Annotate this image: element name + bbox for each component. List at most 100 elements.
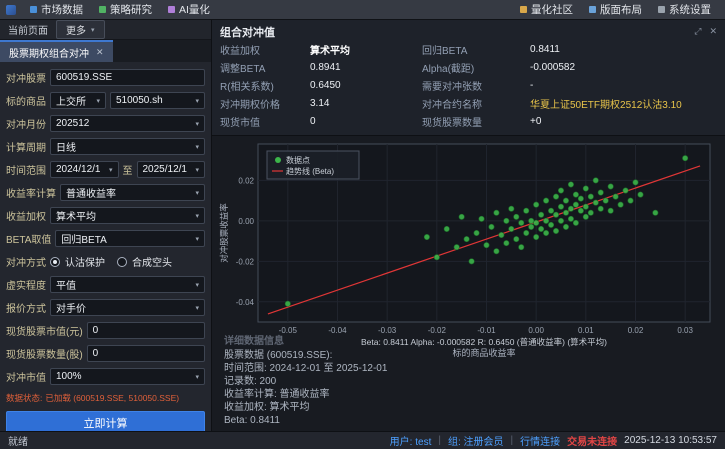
info-line: 股票数据 (600519.SSE):	[224, 349, 713, 362]
market-connection-link[interactable]: 行情连接	[520, 433, 560, 448]
detail-info-block: 详细数据信息 股票数据 (600519.SSE): 时间范围: 2024-12-…	[212, 329, 725, 431]
menu-item-quant-community[interactable]: 量化社区	[512, 0, 581, 19]
tab-option-hedge[interactable]: 股票期权组合对冲 ✕	[0, 40, 113, 62]
radio-on-icon	[50, 257, 60, 267]
stat-label: 现货股票数量	[422, 114, 530, 129]
info-line: Beta: 0.8411	[224, 414, 713, 427]
chevron-down-icon: ▾	[195, 281, 199, 289]
exchange-value: 上交所	[56, 93, 86, 108]
stat-label: 回归BETA	[422, 42, 530, 57]
more-button[interactable]: 更多 ▾	[56, 20, 105, 39]
stat-label: 对冲期权价格	[220, 96, 310, 111]
menu-item-market-data[interactable]: 市场数据	[22, 0, 91, 19]
chevron-down-icon: ▾	[195, 212, 199, 220]
hedge-stock-input[interactable]: 600519.SSE	[50, 69, 205, 86]
separator: |	[511, 435, 514, 446]
hedge-month-value: 202512	[56, 118, 89, 129]
quote-mode-value: 对手价	[56, 300, 86, 315]
menu-left: 市场数据 策略研究 AI量化	[6, 0, 218, 19]
spot-value-label: 现货股票市值(元)	[6, 323, 83, 338]
hedge-stock-value: 600519.SSE	[56, 72, 112, 83]
menu-item-ai-quant[interactable]: AI量化	[160, 0, 218, 19]
menu-item-label: AI量化	[179, 2, 210, 17]
hedge-ratio-select[interactable]: 100% ▾	[50, 368, 205, 385]
stats-grid: 收益加权 算术平均 回归BETA 0.8411 调整BETA 0.8941 Al…	[220, 42, 717, 129]
menu-bar: 市场数据 策略研究 AI量化 量化社区 版面布局 系统设置	[0, 0, 725, 20]
group-label: 组: 注册会员	[448, 433, 504, 448]
chevron-down-icon: ▾	[109, 166, 113, 174]
svg-text:-0.02: -0.02	[236, 257, 255, 266]
hedge-mode-label: 对冲方式	[6, 254, 46, 269]
info-line: 时间范围: 2024-12-01 至 2025-12-01	[224, 362, 713, 375]
moneyness-select[interactable]: 平值 ▾	[50, 276, 205, 293]
svg-text:趋势线 (Beta): 趋势线 (Beta)	[286, 166, 334, 176]
market-data-icon	[30, 6, 37, 13]
data-status-label: 数据状态:	[6, 392, 42, 404]
current-page-label: 当前页面	[8, 22, 48, 37]
radio-put-protection[interactable]: 认沽保护	[50, 254, 105, 269]
date-range-separator: 至	[123, 162, 133, 177]
stat-label: 对冲合约名称	[422, 96, 530, 111]
form-row: 计算周期 日线 ▾	[6, 135, 205, 158]
menu-item-layout[interactable]: 版面布局	[581, 0, 650, 19]
hedge-ratio-value: 100%	[56, 371, 82, 382]
date-to-value: 2025/12/1	[143, 164, 188, 175]
more-button-label: 更多	[66, 22, 86, 37]
stat-value: 0.6450	[310, 80, 422, 91]
spot-qty-input[interactable]: 0	[87, 345, 205, 362]
menu-right: 量化社区 版面布局 系统设置	[512, 0, 719, 19]
moneyness-value: 平值	[56, 277, 76, 292]
beta-source-label: BETA取值	[6, 231, 51, 246]
form-row: 对冲月份 202512 ▾	[6, 112, 205, 135]
date-to-picker[interactable]: 2025/12/1 ▾	[137, 161, 206, 178]
stat-value: -	[530, 80, 717, 91]
menu-item-strategy-research[interactable]: 策略研究	[91, 0, 160, 19]
form-row: 现货股票数量(股) 0	[6, 342, 205, 365]
hedge-month-label: 对冲月份	[6, 116, 46, 131]
hedge-form: 对冲股票 600519.SSE 标的商品 上交所 ▾ 510050.sh ▾	[0, 62, 211, 437]
exchange-select[interactable]: 上交所 ▾	[50, 92, 106, 109]
stat-label: 需要对冲张数	[422, 78, 530, 93]
date-from-picker[interactable]: 2024/12/1 ▾	[50, 161, 119, 178]
beta-source-select[interactable]: 回归BETA ▾	[55, 230, 205, 247]
date-from-value: 2024/12/1	[56, 164, 101, 175]
chevron-down-icon: ▾	[195, 166, 199, 174]
panel-close-icon[interactable]: ✕	[709, 26, 717, 37]
stat-value: 0.8941	[310, 62, 422, 73]
weighting-value: 算术平均	[56, 208, 96, 223]
stats-header-icons: ⤢ ✕	[694, 26, 717, 37]
quant-community-icon	[520, 6, 527, 13]
period-select[interactable]: 日线 ▾	[50, 138, 205, 155]
left-panel: 当前页面 更多 ▾ 股票期权组合对冲 ✕ 对冲股票 600519.SSE	[0, 20, 212, 431]
stat-label: R(相关系数)	[220, 78, 310, 93]
chevron-down-icon: ▾	[195, 235, 199, 243]
menu-item-system-settings[interactable]: 系统设置	[650, 0, 719, 19]
underlying-code-select[interactable]: 510050.sh ▾	[110, 92, 205, 109]
page-toolbar: 当前页面 更多 ▾	[0, 20, 211, 40]
user-label: 用户: test	[390, 433, 432, 448]
menu-item-label: 量化社区	[531, 2, 573, 17]
stat-label: 现货市值	[220, 114, 310, 129]
tab-title: 股票期权组合对冲	[9, 45, 89, 60]
hedge-month-select[interactable]: 202512 ▾	[50, 115, 205, 132]
beta-scatter-chart: -0.05-0.04-0.03-0.02-0.010.000.010.020.0…	[212, 136, 725, 329]
stat-label: Alpha(截距)	[422, 60, 530, 75]
layout-icon	[589, 6, 596, 13]
strategy-research-icon	[99, 6, 106, 13]
popout-icon[interactable]: ⤢	[694, 26, 701, 37]
quote-mode-select[interactable]: 对手价 ▾	[50, 299, 205, 316]
spot-value-input[interactable]: 0	[87, 322, 205, 339]
return-calc-select[interactable]: 普通收益率 ▾	[60, 184, 205, 201]
hedge-contract-name: 华夏上证50ETF期权2512认沽3.10	[530, 96, 717, 111]
chevron-down-icon: ▾	[195, 304, 199, 312]
stat-value: 3.14	[310, 98, 422, 109]
weighting-select[interactable]: 算术平均 ▾	[50, 207, 205, 224]
tab-close-icon[interactable]: ✕	[96, 47, 104, 58]
menu-item-label: 版面布局	[600, 2, 642, 17]
chevron-down-icon: ▾	[91, 26, 95, 34]
radio-synthetic-short[interactable]: 合成空头	[117, 254, 172, 269]
svg-text:0.00: 0.00	[238, 217, 254, 226]
chevron-down-icon: ▾	[195, 373, 199, 381]
weighting-label: 收益加权	[6, 208, 46, 223]
hedge-stock-label: 对冲股票	[6, 70, 46, 85]
